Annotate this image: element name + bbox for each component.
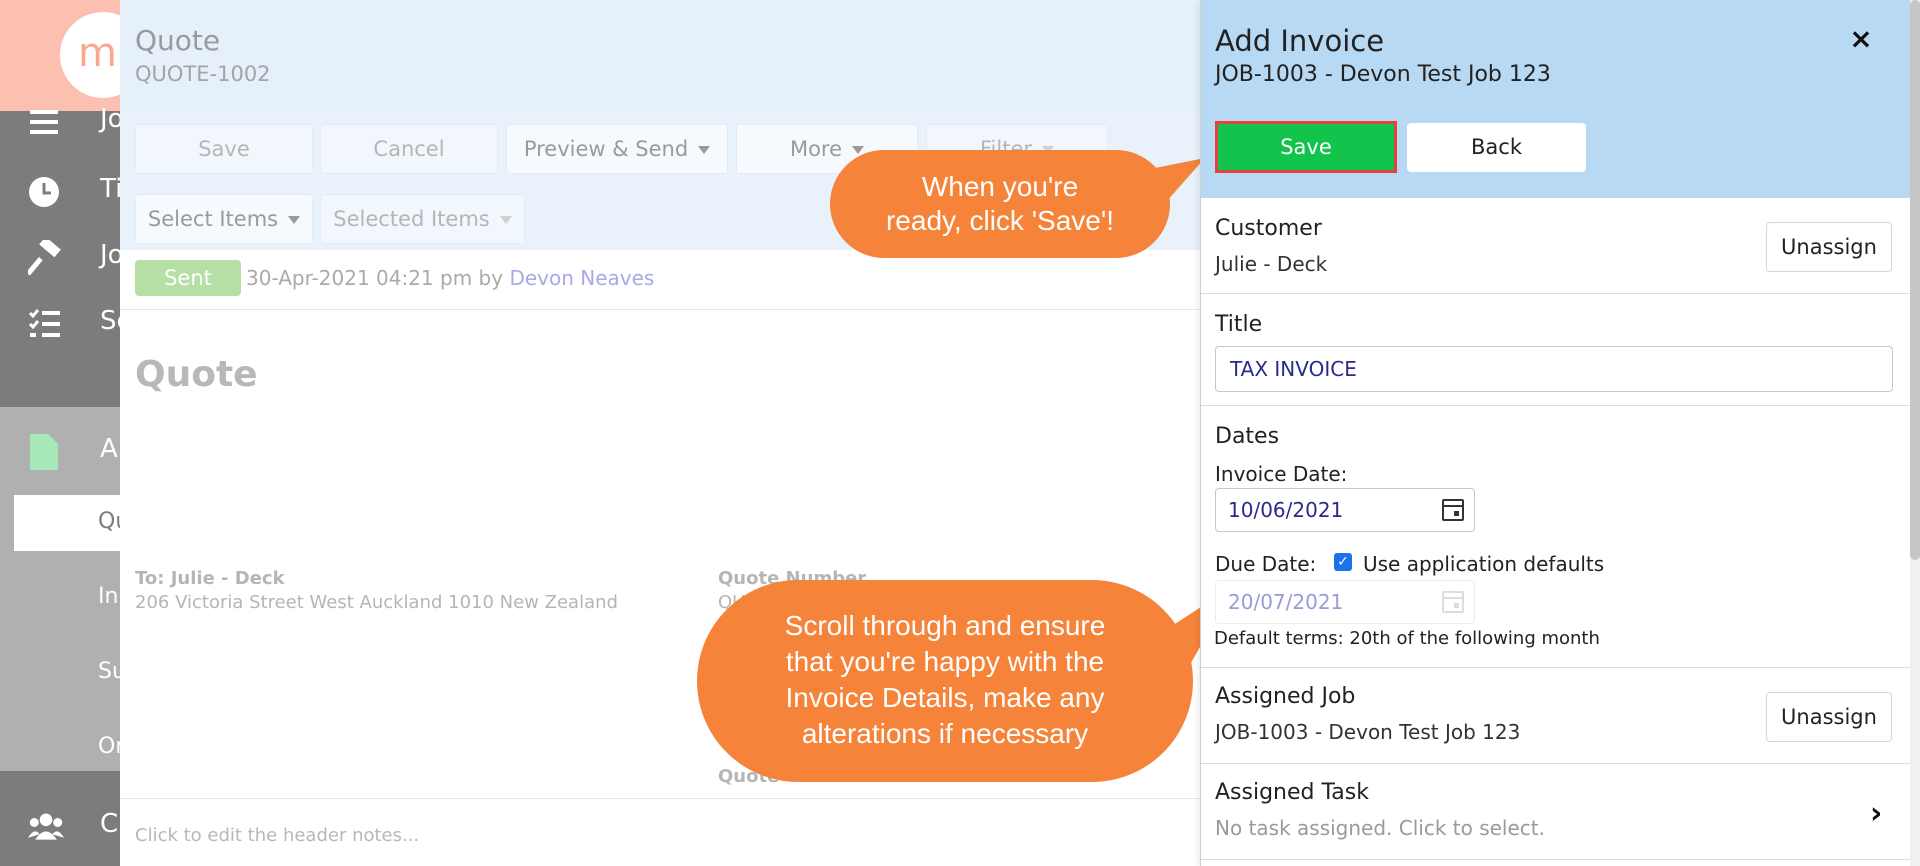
assigned-job-value: JOB-1003 - Devon Test Job 123 — [1215, 720, 1521, 744]
use-defaults-label: Use application defaults — [1363, 552, 1605, 576]
selected-items-button[interactable]: Selected Items — [320, 194, 525, 244]
preview-send-label: Preview & Send — [523, 137, 689, 161]
default-terms-text: Default terms: 20th of the following mon… — [1214, 628, 1600, 649]
save-hint-callout: When you're ready, click 'Save'! — [830, 150, 1170, 258]
customer-value: Julie - Deck — [1215, 252, 1328, 276]
callout-line: Scroll through and ensure — [784, 610, 1106, 641]
quote-header: Quote QUOTE-1002 — [120, 0, 1200, 110]
nav-sub-orders[interactable]: Or — [0, 720, 124, 776]
scrollbar-thumb[interactable] — [1910, 0, 1920, 560]
assigned-task-label: Assigned Task — [1215, 780, 1369, 805]
more-label: More — [789, 137, 843, 161]
quote-save-button[interactable]: Save — [135, 124, 313, 174]
nav-item-accounts[interactable]: A — [0, 420, 120, 480]
nav-item-label: C — [100, 809, 119, 839]
quote-title: Quote — [135, 24, 221, 57]
callout-line: ready, click 'Save'! — [885, 205, 1115, 236]
header-notes-placeholder: Click to edit the header notes... — [135, 825, 420, 846]
nav-sub-invoices[interactable]: In — [0, 570, 120, 626]
scroll-hint-callout: Scroll through and ensure that you're ha… — [697, 580, 1193, 782]
assigned-task-section[interactable]: Assigned Task No task assigned. Click to… — [1201, 764, 1911, 860]
panel-header: Add Invoice JOB-1003 - Devon Test Job 12… — [1201, 0, 1911, 109]
status-text: 30-Apr-2021 04:21 pm by Devon Neaves — [246, 266, 654, 290]
customer-section: Customer Julie - Deck Unassign — [1201, 198, 1911, 294]
select-items-label: Select Items — [147, 207, 279, 231]
unassign-job-button[interactable]: Unassign — [1766, 692, 1892, 742]
select-items-button[interactable]: Select Items — [135, 194, 313, 244]
nav-item-customers[interactable]: C — [0, 795, 120, 855]
assigned-job-section: Assigned Job JOB-1003 - Devon Test Job 1… — [1201, 668, 1911, 764]
nav-item-jobcards[interactable]: Jo — [0, 226, 124, 286]
nav-item-jobs[interactable]: Jo — [0, 90, 124, 150]
nav-item-timesheets[interactable]: Ti — [0, 160, 123, 220]
hammer-icon — [28, 240, 61, 276]
nav-sub-suppliers[interactable]: Su — [0, 645, 126, 701]
nav-sub-label: In — [98, 584, 119, 609]
chevron-down-icon — [698, 146, 711, 154]
invoice-date-input[interactable]: 10/06/2021 — [1215, 488, 1475, 532]
menu-icon — [30, 110, 58, 134]
chevron-down-icon — [852, 146, 865, 154]
logo-text: m — [78, 30, 117, 76]
status-badge: Sent — [135, 260, 241, 296]
chevron-down-icon — [288, 216, 301, 224]
nav-item-label: A — [100, 434, 118, 464]
recipient-address: 206 Victoria Street West Auckland 1010 N… — [135, 592, 618, 613]
left-nav: m Jo Ti Jo Sc A Qu In Su Or C — [0, 0, 146, 866]
use-defaults-checkbox[interactable]: ✓ — [1334, 553, 1352, 571]
document-icon — [30, 434, 58, 470]
document-title: Quote — [135, 354, 258, 395]
panel-title: Add Invoice — [1215, 24, 1385, 58]
assigned-job-label: Assigned Job — [1215, 684, 1356, 709]
quote-cancel-button[interactable]: Cancel — [320, 124, 498, 174]
close-icon[interactable]: × — [1846, 24, 1876, 54]
preview-send-button[interactable]: Preview & Send — [506, 124, 728, 174]
status-row: Sent 30-Apr-2021 04:21 pm by Devon Neave… — [120, 250, 1200, 310]
status-user-link[interactable]: Devon Neaves — [509, 266, 654, 290]
add-invoice-panel: Add Invoice JOB-1003 - Devon Test Job 12… — [1200, 0, 1911, 866]
callout-line: alterations if necessary — [801, 718, 1089, 749]
header-notes[interactable]: Click to edit the header notes... — [120, 798, 1200, 866]
recipient-name: To: Julie - Deck — [135, 568, 285, 589]
due-date-input: 20/07/2021 — [1215, 580, 1475, 624]
selected-items-label: Selected Items — [333, 207, 490, 231]
status-timestamp: 30-Apr-2021 04:21 pm by — [246, 266, 504, 290]
save-button[interactable]: Save — [1215, 121, 1397, 173]
panel-actions: Save Back — [1201, 109, 1911, 198]
quote-number: QUOTE-1002 — [135, 62, 271, 86]
back-button[interactable]: Back — [1407, 123, 1586, 172]
chevron-down-icon — [499, 216, 512, 224]
callout-line: that you're happy with the — [785, 646, 1105, 677]
checklist-icon — [28, 309, 60, 337]
users-icon — [28, 813, 64, 840]
chevron-right-icon[interactable]: › — [1870, 796, 1882, 831]
callout-line: When you're — [921, 171, 1079, 202]
due-date-label: Due Date: — [1215, 552, 1317, 576]
title-label: Title — [1215, 312, 1263, 337]
assigned-task-value: No task assigned. Click to select. — [1215, 816, 1545, 840]
invoice-date-label: Invoice Date: — [1215, 462, 1348, 486]
nav-sub-quotes[interactable]: Qu — [14, 495, 129, 551]
invoice-date-value: 10/06/2021 — [1228, 498, 1344, 522]
nav-item-schedule[interactable]: Sc — [0, 292, 131, 352]
nav-item-label: Ti — [100, 174, 123, 204]
customer-label: Customer — [1215, 216, 1322, 241]
calendar-icon[interactable] — [1442, 499, 1464, 521]
calendar-icon — [1442, 591, 1464, 613]
clock-icon — [29, 177, 59, 207]
panel-subtitle: JOB-1003 - Devon Test Job 123 — [1215, 62, 1551, 87]
callout-line: Invoice Details, make any — [785, 682, 1105, 713]
unassign-customer-button[interactable]: Unassign — [1766, 222, 1892, 272]
due-date-value: 20/07/2021 — [1228, 590, 1344, 614]
title-input[interactable]: TAX INVOICE — [1215, 346, 1893, 392]
dates-label: Dates — [1215, 424, 1280, 449]
